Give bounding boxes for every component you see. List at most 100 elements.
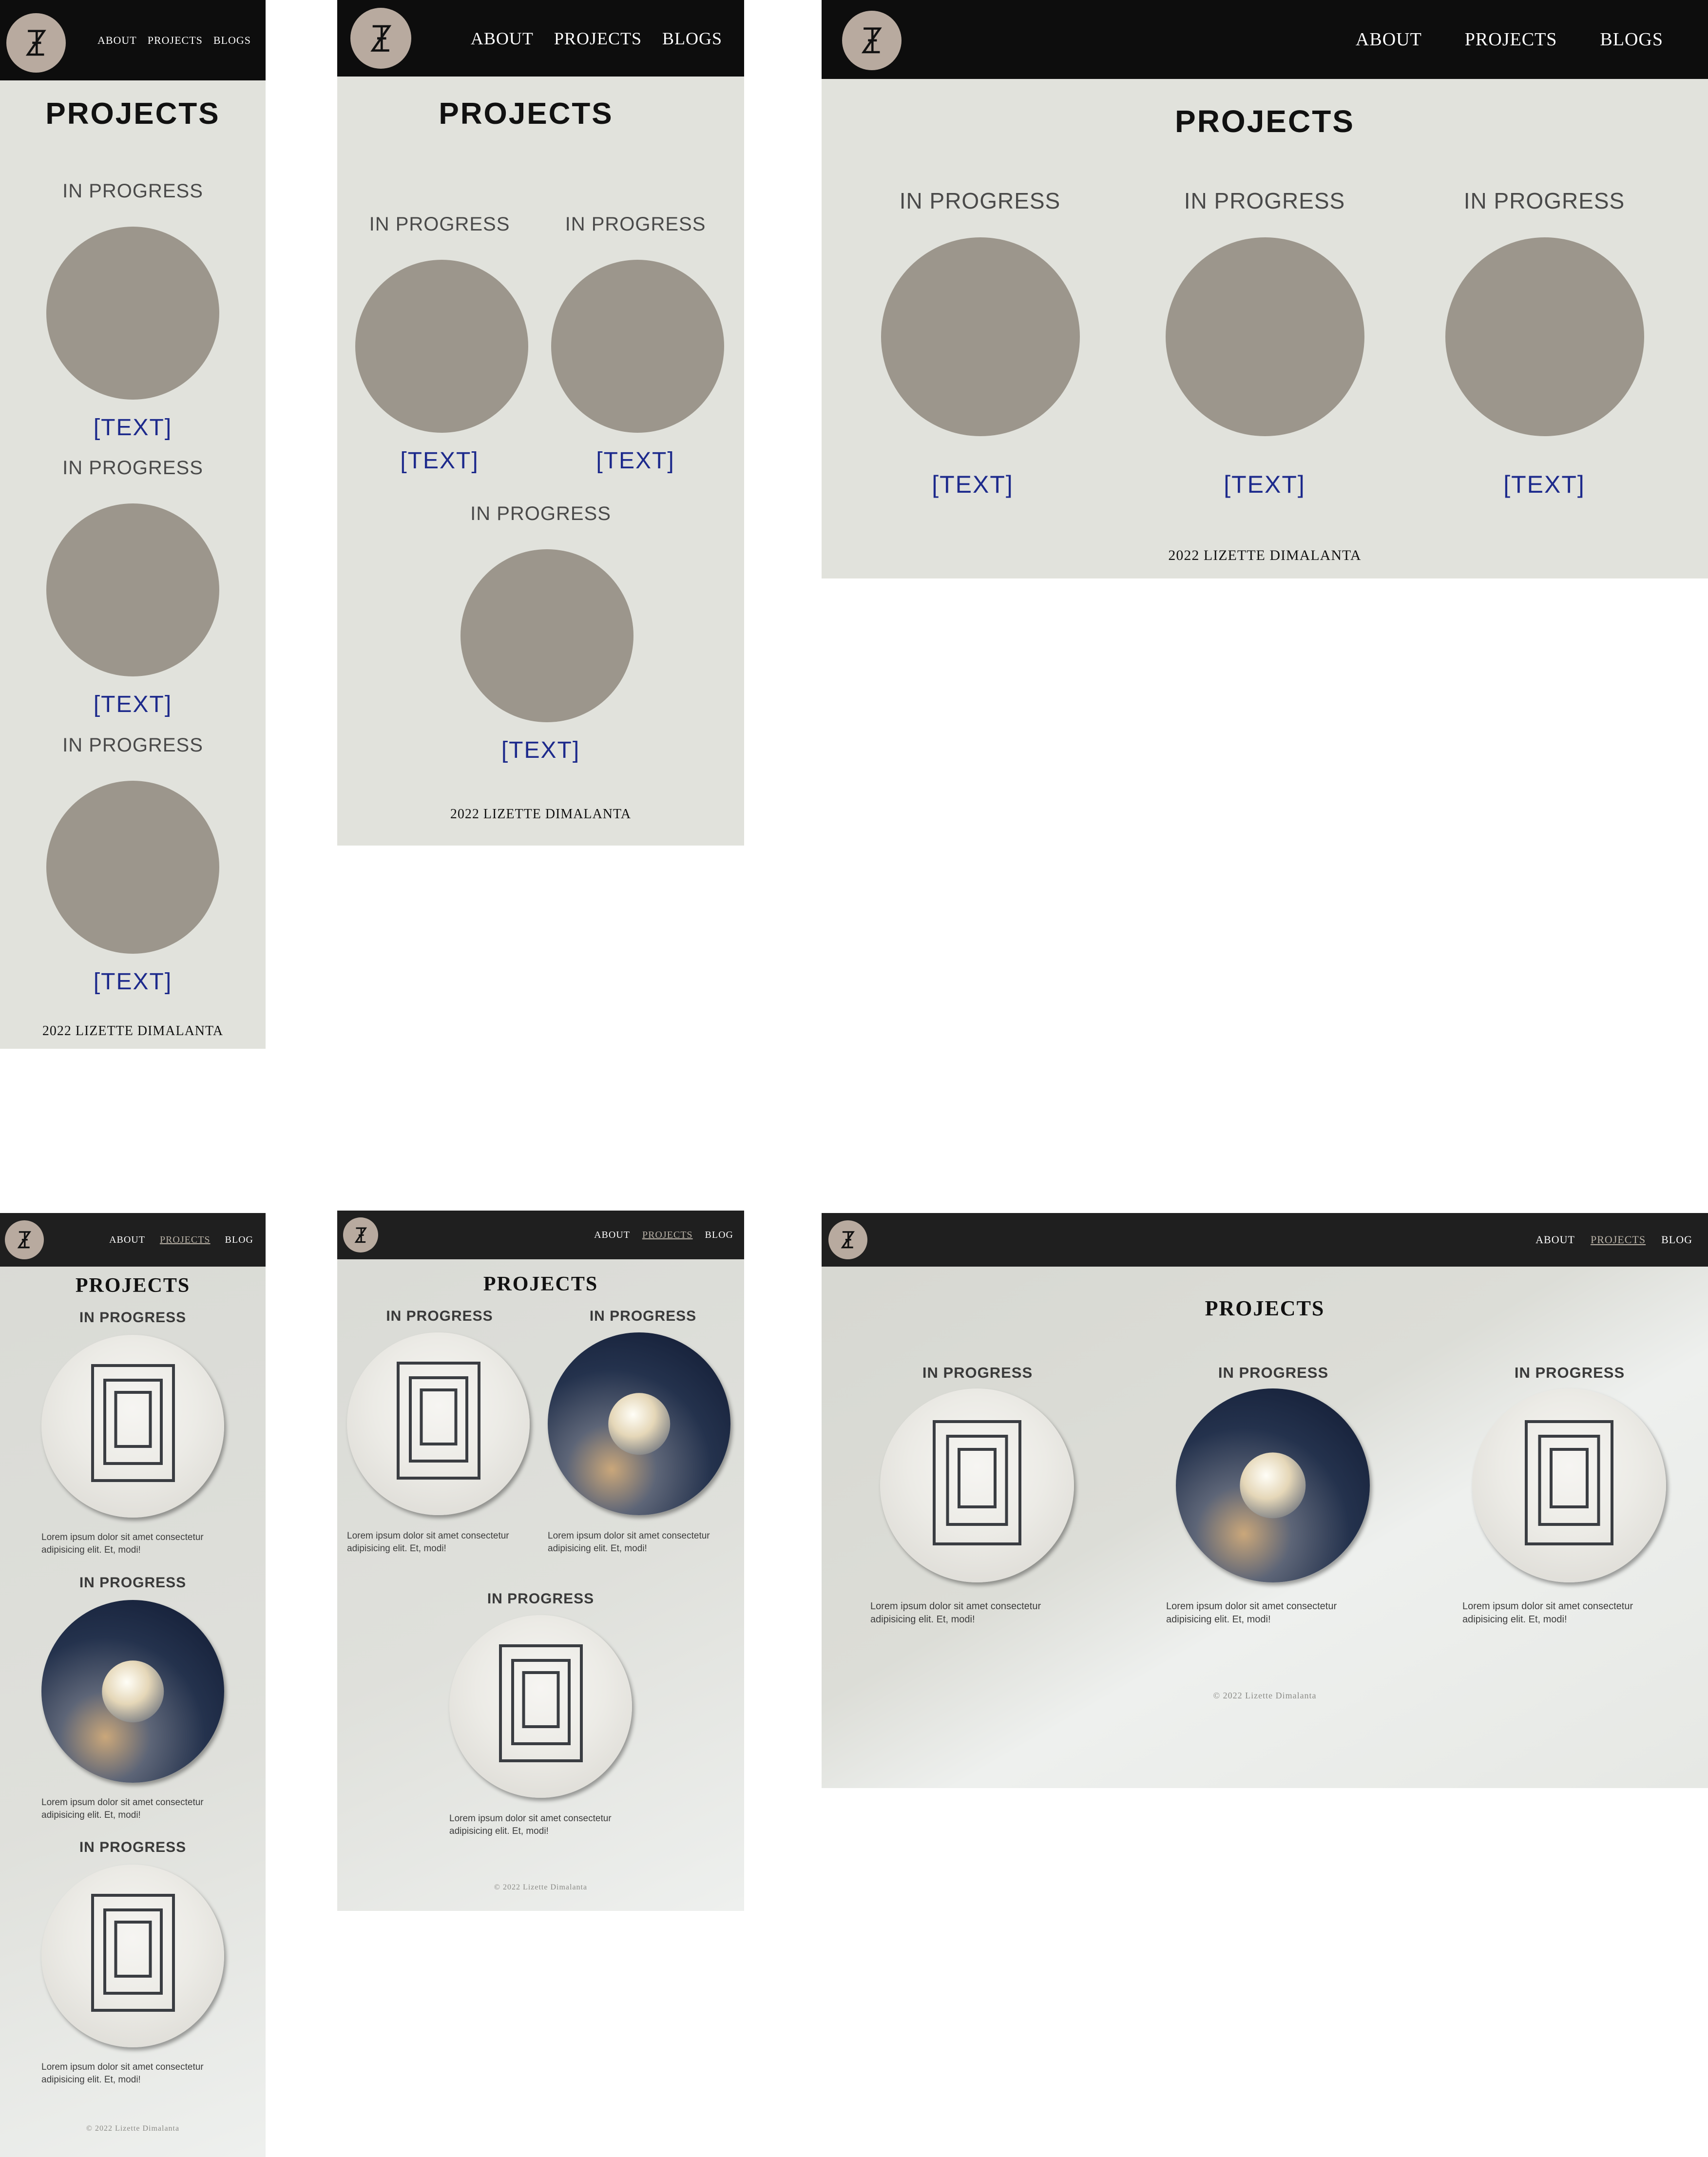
card-description: Lorem ipsum dolor sit amet consectetur a… <box>41 1797 204 1820</box>
top-nav: ABOUT PROJECTS BLOG <box>822 1213 1708 1267</box>
project-card: IN PROGRESS Lorem ipsum dolor sit amet c… <box>1462 1364 1677 1637</box>
project-card: IN PROGRESS [TEXT] <box>1126 188 1403 509</box>
card-label: IN PROGRESS <box>589 1308 697 1324</box>
card-text-link[interactable]: [TEXT] <box>0 414 266 441</box>
project-card: IN PROGRESS [TEXT] <box>1405 188 1683 509</box>
nav-about[interactable]: ABOUT <box>594 1230 630 1241</box>
card-text-link[interactable]: [TEXT] <box>337 737 744 764</box>
logo-icon[interactable] <box>343 1217 378 1252</box>
nav-projects[interactable]: PROJECTS <box>554 28 642 49</box>
nav-about[interactable]: ABOUT <box>1356 29 1422 50</box>
project-card: IN PROGRESS Lorem ipsum dolor sit amet c… <box>0 1310 266 1573</box>
footer-text: © 2022 Lizette Dimalanta <box>86 2124 180 2133</box>
card-label: IN PROGRESS <box>1514 1364 1625 1381</box>
nav-blogs[interactable]: BLOGS <box>662 28 722 49</box>
project-image-sphere[interactable] <box>41 1600 224 1783</box>
card-label: IN PROGRESS <box>62 734 203 756</box>
card-label: IN PROGRESS <box>1463 188 1625 213</box>
wireframe-desktop: ABOUT PROJECTS BLOGS PROJECTS IN PROGRES… <box>822 0 1708 578</box>
project-image-corridor[interactable] <box>41 1865 224 2047</box>
project-image-corridor[interactable] <box>880 1388 1074 1582</box>
footer-text: 2022 LIZETTE DIMALANTA <box>450 807 632 822</box>
project-image-sphere[interactable] <box>548 1332 730 1515</box>
project-image-sphere[interactable] <box>1176 1388 1370 1582</box>
card-description: Lorem ipsum dolor sit amet consectetur a… <box>449 1813 612 1836</box>
nav-blog[interactable]: BLOG <box>1661 1233 1692 1246</box>
project-image-placeholder[interactable] <box>1445 237 1644 436</box>
nav-about[interactable]: ABOUT <box>97 34 137 47</box>
card-text-link[interactable]: [TEXT] <box>834 470 1112 499</box>
nav-projects[interactable]: PROJECTS <box>642 1230 693 1241</box>
project-image-placeholder[interactable] <box>461 549 633 722</box>
project-image-corridor[interactable] <box>41 1335 224 1518</box>
nav-about[interactable]: ABOUT <box>471 28 534 49</box>
card-description: Lorem ipsum dolor sit amet consectetur a… <box>870 1601 1041 1625</box>
page-title: PROJECTS <box>483 1273 598 1295</box>
project-card: IN PROGRESS [TEXT] <box>0 180 266 453</box>
project-image-placeholder[interactable] <box>46 227 219 400</box>
card-text-link[interactable]: [TEXT] <box>533 447 738 474</box>
nav-projects[interactable]: PROJECTS <box>1465 29 1557 50</box>
nav-projects[interactable]: PROJECTS <box>160 1234 211 1246</box>
nav-projects[interactable]: PROJECTS <box>1591 1233 1646 1246</box>
logo-icon[interactable] <box>828 1220 867 1259</box>
page-title: PROJECTS <box>1205 1296 1325 1320</box>
nav-blog[interactable]: BLOG <box>225 1234 253 1246</box>
card-description: Lorem ipsum dolor sit amet consectetur a… <box>41 2062 204 2085</box>
card-label: IN PROGRESS <box>79 1575 187 1591</box>
card-label: IN PROGRESS <box>565 213 706 235</box>
card-text-link[interactable]: [TEXT] <box>0 691 266 718</box>
nav-about[interactable]: ABOUT <box>1535 1233 1575 1246</box>
top-nav: ABOUT PROJECTS BLOGS <box>0 0 266 80</box>
design-tablet: ABOUT PROJECTS BLOG PROJECTS IN PROGRESS… <box>337 1211 744 1911</box>
nav-blog[interactable]: BLOG <box>705 1230 733 1241</box>
card-text-link[interactable]: [TEXT] <box>1126 470 1403 499</box>
card-text-link[interactable]: [TEXT] <box>337 447 542 474</box>
project-card: IN PROGRESS Lorem ipsum dolor sit amet c… <box>337 1591 744 1854</box>
nav-blogs[interactable]: BLOGS <box>1600 29 1663 50</box>
nav-projects[interactable]: PROJECTS <box>148 34 203 47</box>
logo-icon[interactable] <box>5 1220 44 1259</box>
project-card: IN PROGRESS [TEXT] <box>337 213 542 486</box>
project-card: IN PROGRESS Lorem ipsum dolor sit amet c… <box>542 1308 744 1581</box>
footer-text: 2022 LIZETTE DIMALANTA <box>1168 547 1362 563</box>
project-image-corridor[interactable] <box>1472 1388 1666 1582</box>
wireframe-mobile: ABOUT PROJECTS BLOGS PROJECTS IN PROGRES… <box>0 0 266 1049</box>
card-description: Lorem ipsum dolor sit amet consectetur a… <box>41 1532 204 1555</box>
card-label: IN PROGRESS <box>922 1364 1033 1381</box>
project-image-corridor[interactable] <box>449 1615 632 1798</box>
project-card: IN PROGRESS Lorem ipsum dolor sit amet c… <box>1166 1364 1381 1637</box>
logo-icon[interactable] <box>350 8 411 69</box>
page-title: PROJECTS <box>75 1274 191 1297</box>
project-card: IN PROGRESS [TEXT] <box>841 188 1119 509</box>
project-image-corridor[interactable] <box>347 1332 530 1515</box>
card-label: IN PROGRESS <box>386 1308 493 1324</box>
card-text-link[interactable]: [TEXT] <box>1405 470 1683 499</box>
project-image-placeholder[interactable] <box>46 503 219 676</box>
project-image-placeholder[interactable] <box>551 260 724 433</box>
project-card: IN PROGRESS Lorem ipsum dolor sit amet c… <box>0 1575 266 1838</box>
project-image-placeholder[interactable] <box>1166 237 1364 436</box>
logo-icon[interactable] <box>842 11 902 70</box>
project-image-placeholder[interactable] <box>355 260 528 433</box>
project-card: IN PROGRESS [TEXT] <box>0 734 266 1007</box>
card-label: IN PROGRESS <box>1184 188 1345 213</box>
card-label: IN PROGRESS <box>62 457 203 479</box>
nav-about[interactable]: ABOUT <box>109 1234 145 1246</box>
card-label: IN PROGRESS <box>470 503 611 524</box>
card-description: Lorem ipsum dolor sit amet consectetur a… <box>1462 1601 1633 1625</box>
project-image-placeholder[interactable] <box>881 237 1080 436</box>
footer-text: © 2022 Lizette Dimalanta <box>1213 1691 1317 1700</box>
project-image-placeholder[interactable] <box>46 781 219 954</box>
logo-icon[interactable] <box>6 13 66 73</box>
project-card: IN PROGRESS Lorem ipsum dolor sit amet c… <box>870 1364 1085 1637</box>
project-card: IN PROGRESS [TEXT] <box>0 457 266 730</box>
card-label: IN PROGRESS <box>62 180 203 202</box>
card-label: IN PROGRESS <box>1218 1364 1329 1381</box>
card-text-link[interactable]: [TEXT] <box>0 968 266 995</box>
project-card: IN PROGRESS Lorem ipsum dolor sit amet c… <box>337 1308 542 1581</box>
top-nav: ABOUT PROJECTS BLOG <box>0 1213 266 1267</box>
top-nav: ABOUT PROJECTS BLOGS <box>822 0 1708 79</box>
nav-blogs[interactable]: BLOGS <box>213 34 251 47</box>
card-label: IN PROGRESS <box>487 1591 595 1607</box>
